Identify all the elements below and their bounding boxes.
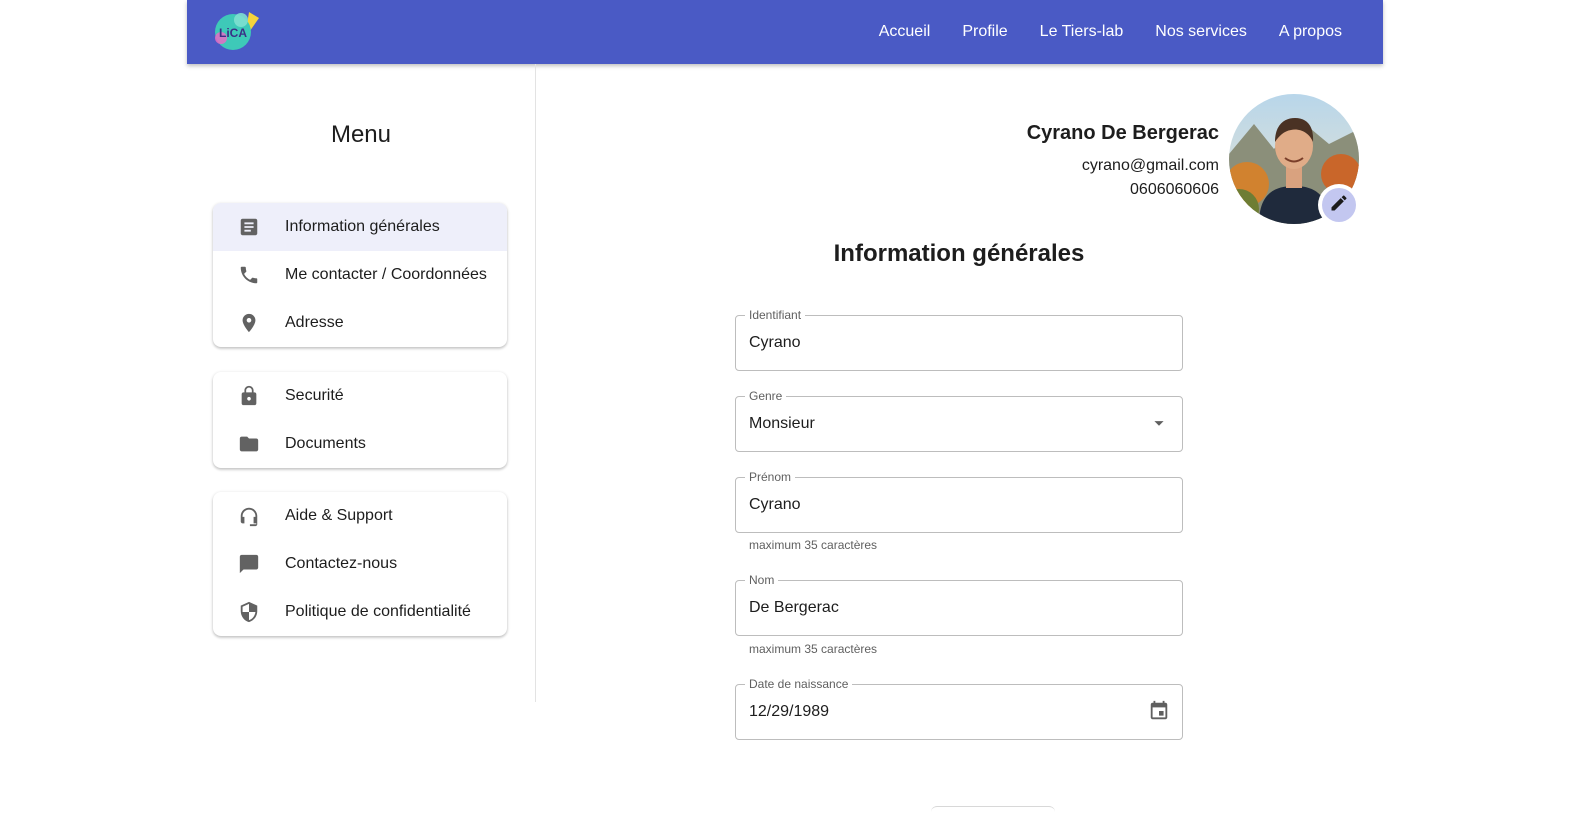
genre-value: Monsieur xyxy=(749,415,815,432)
pencil-icon xyxy=(1329,193,1349,218)
headset-icon xyxy=(213,505,285,527)
date-naissance-value: 12/29/1989 xyxy=(749,703,830,720)
edit-avatar-button[interactable] xyxy=(1318,184,1360,226)
nom-value: De Bergerac xyxy=(749,599,839,616)
sidebar-item-coordonnees[interactable]: Me contacter / Coordonnées xyxy=(213,251,507,299)
sidebar-item-adresse[interactable]: Adresse xyxy=(213,299,507,347)
sidebar-item-label: Me contacter / Coordonnées xyxy=(285,266,487,283)
date-naissance-field[interactable]: Date de naissance 12/29/1989 xyxy=(735,677,1183,740)
sidebar-item-documents[interactable]: Documents xyxy=(213,420,507,468)
article-icon xyxy=(213,216,285,238)
sidebar: Menu Information générales Me contacter … xyxy=(187,64,536,702)
identifiant-value: Cyrano xyxy=(749,334,801,351)
main-nav: Accueil Profile Le Tiers-lab Nos service… xyxy=(879,0,1342,64)
sidebar-item-label: Adresse xyxy=(285,314,344,331)
app: LiCA Accueil Profile Le Tiers-lab Nos se… xyxy=(187,0,1383,812)
sidebar-item-politique-confidentialite[interactable]: Politique de confidentialité xyxy=(213,588,507,636)
logo-lettering: LiCA xyxy=(219,26,247,40)
top-navbar: LiCA Accueil Profile Le Tiers-lab Nos se… xyxy=(187,0,1383,64)
sidebar-item-label: Contactez-nous xyxy=(285,555,398,572)
phone-icon xyxy=(213,264,285,286)
sidebar-item-label: Information générales xyxy=(285,218,440,235)
prenom-hint: maximum 35 caractères xyxy=(749,538,878,552)
nav-profile[interactable]: Profile xyxy=(962,23,1007,41)
folder-icon xyxy=(213,433,285,455)
prenom-field[interactable]: Prénom Cyrano xyxy=(735,470,1183,533)
dropdown-arrow-icon[interactable] xyxy=(1148,412,1170,434)
menu-card-profile: Information générales Me contacter / Coo… xyxy=(213,203,507,347)
sidebar-item-label: Politique de confidentialité xyxy=(285,603,471,620)
nom-field[interactable]: Nom De Bergerac xyxy=(735,573,1183,636)
sidebar-item-aide-support[interactable]: Aide & Support xyxy=(213,492,507,540)
identifiant-field[interactable]: Identifiant Cyrano xyxy=(735,308,1183,371)
nav-accueil[interactable]: Accueil xyxy=(879,23,931,41)
menu-card-support: Aide & Support Contactez-nous Politique … xyxy=(213,492,507,636)
sidebar-item-information-generales[interactable]: Information générales xyxy=(213,203,507,251)
nav-nos-services[interactable]: Nos services xyxy=(1155,23,1247,41)
calendar-icon[interactable] xyxy=(1148,700,1170,722)
shield-icon xyxy=(213,601,285,623)
lica-logo[interactable]: LiCA xyxy=(209,8,263,52)
lock-icon xyxy=(213,385,285,407)
sidebar-item-label: Aide & Support xyxy=(285,507,393,524)
profile-email: cyrano@gmail.com xyxy=(1081,157,1219,174)
menu-title: Menu xyxy=(330,121,392,148)
nav-a-propos[interactable]: A propos xyxy=(1279,23,1342,41)
nav-tiers-lab[interactable]: Le Tiers-lab xyxy=(1040,23,1124,41)
menu-card-security: Securité Documents xyxy=(213,372,507,468)
sidebar-item-label: Securité xyxy=(285,387,344,404)
sidebar-item-securite[interactable]: Securité xyxy=(213,372,507,420)
location-pin-icon xyxy=(213,312,285,334)
chat-icon xyxy=(213,553,285,575)
genre-select[interactable]: Genre Monsieur xyxy=(735,389,1183,452)
sidebar-item-label: Documents xyxy=(285,435,366,452)
sidebar-item-contactez-nous[interactable]: Contactez-nous xyxy=(213,540,507,588)
section-title: Information générales xyxy=(833,240,1085,267)
profile-phone: 0606060606 xyxy=(1130,181,1219,198)
prenom-value: Cyrano xyxy=(749,496,801,513)
nom-hint: maximum 35 caractères xyxy=(749,642,878,656)
profile-name: Cyrano De Bergerac xyxy=(1026,122,1219,144)
